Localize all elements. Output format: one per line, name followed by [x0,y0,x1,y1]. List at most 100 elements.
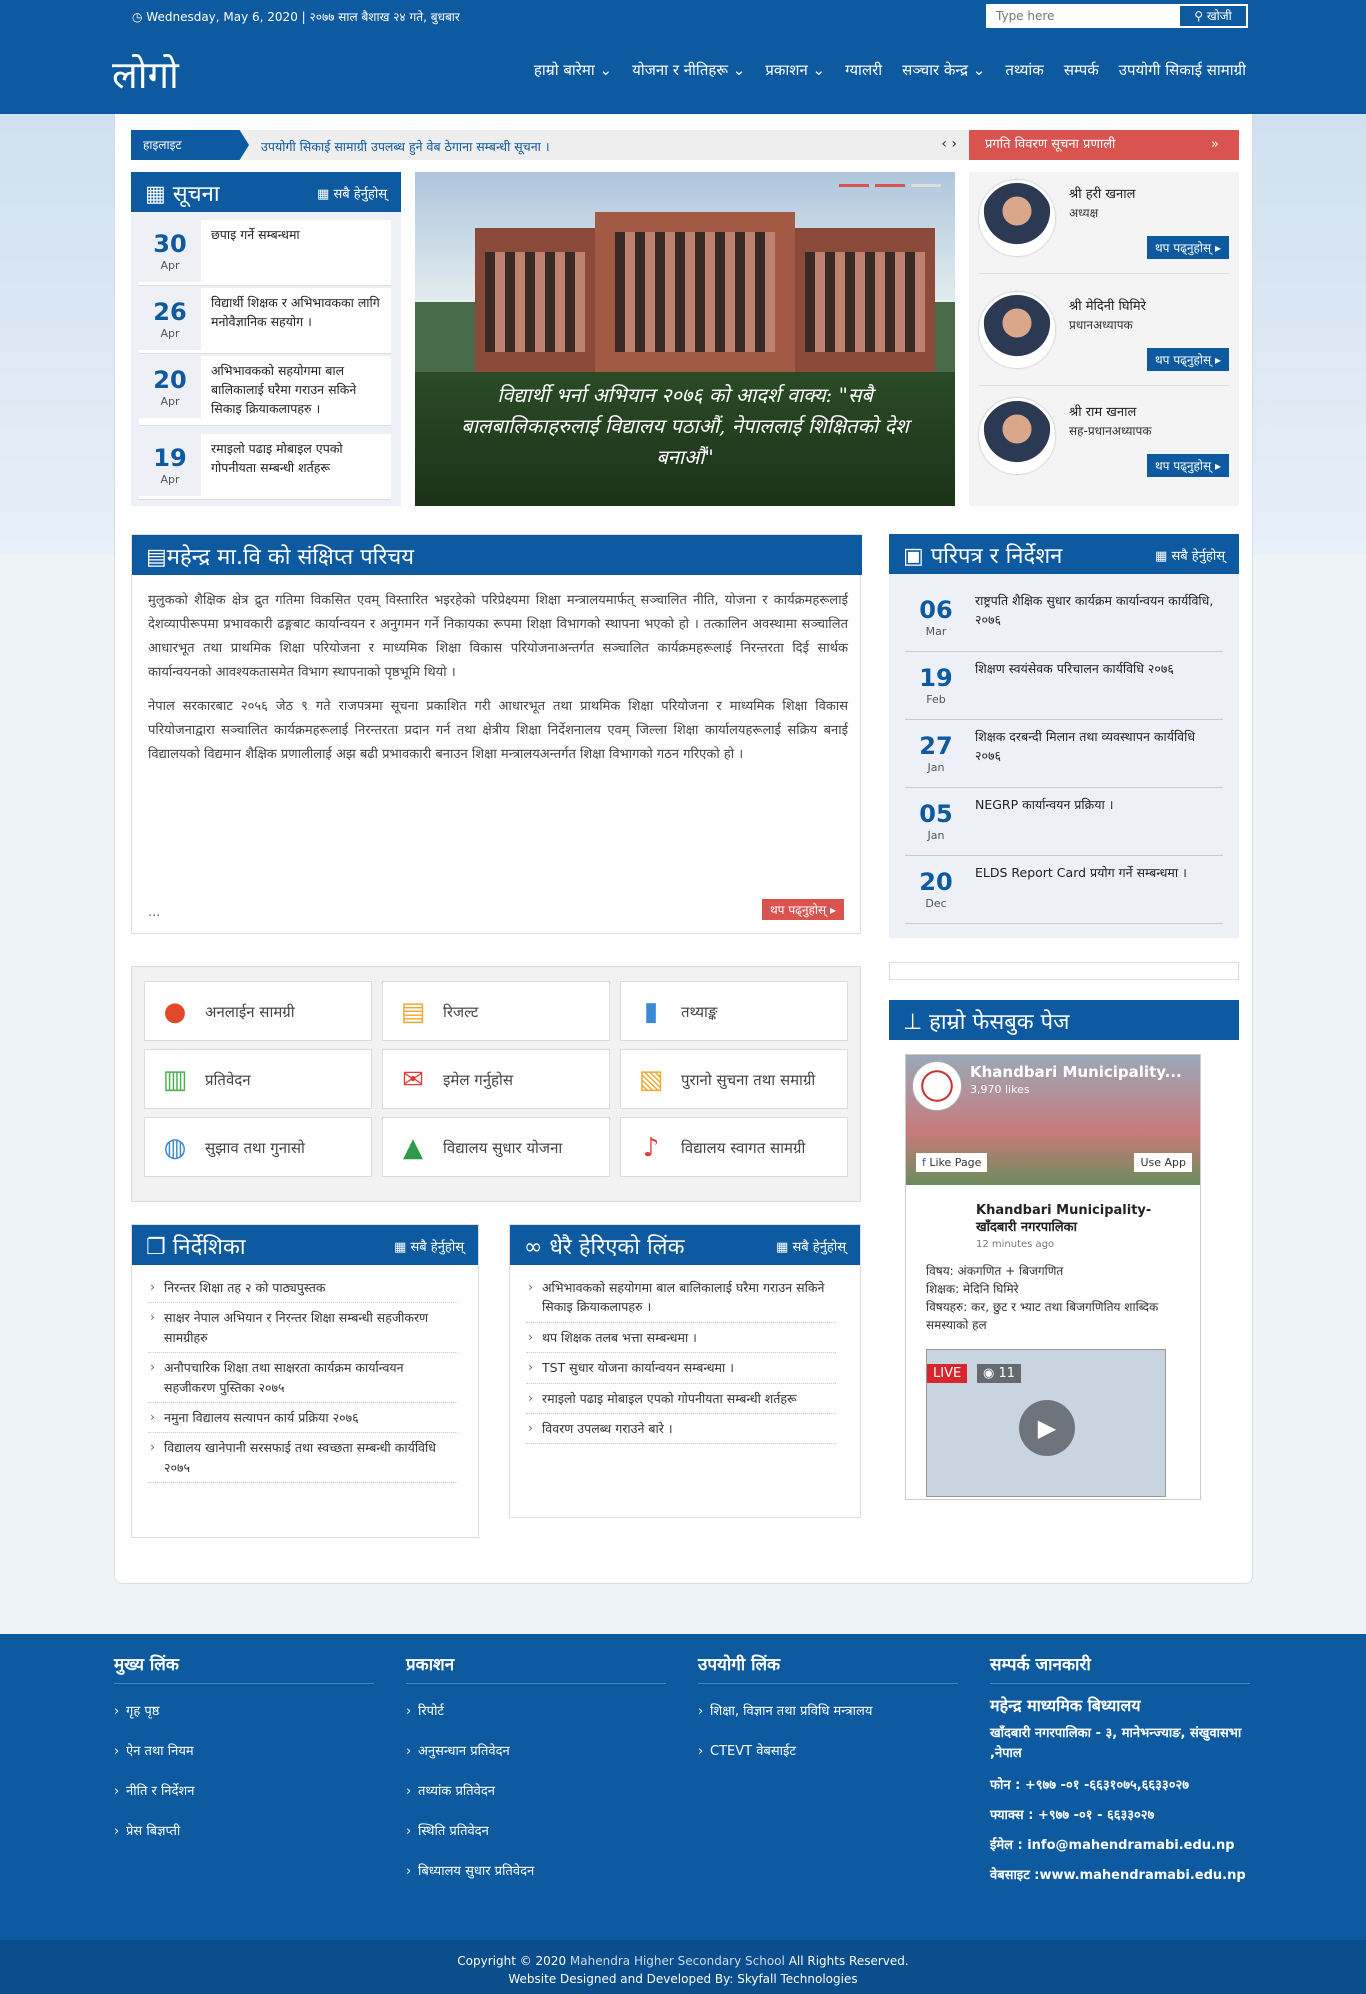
footer-link[interactable]: रिपोर्ट [406,1692,666,1732]
intro-title: ▤महेन्द्र मा.वि को संक्षिप्त परिचय [146,541,414,571]
quick-link-reports[interactable]: ▥ प्रतिवेदन [144,1049,372,1109]
quick-link-label: अनलाईन सामग्री [205,1003,295,1021]
circular-item[interactable]: 06 Mar राष्ट्रपति शैक्षिक सुधार कार्यक्रम … [905,584,1223,652]
circular-item[interactable]: 27 Jan शिक्षक दरबन्दी मिलान तथा व्यवस्थापन… [905,720,1223,788]
circulars-view-all[interactable]: ▦ सबै हेर्नुहोस् [1155,546,1225,564]
list-item[interactable]: विद्यालय खानेपानी सरसफाई तथा स्वच्छता सम… [148,1433,458,1483]
footer-link[interactable]: शिक्षा, विज्ञान तथा प्रविधि मन्त्रालय [698,1692,958,1732]
footer-link[interactable]: CTEVT वेबसाईट [698,1732,958,1772]
list-item[interactable]: रमाइलो पढाइ मोबाइल एपको गोपनीयता सम्बन्ध… [526,1384,836,1414]
notice-item[interactable]: 26 Apr विद्यार्थी शिक्षक र अभिभावकका लागि … [139,288,391,354]
search-input[interactable] [988,6,1178,26]
circular-text: शिक्षक दरबन्दी मिलान तथा व्यवस्थापन कार्… [975,729,1196,763]
footer-link[interactable]: गृह पृष्ठ [114,1692,374,1732]
circular-item[interactable]: 20 Dec ELDS Report Card प्रयोग गर्ने सम्बन… [905,856,1223,924]
footer-link[interactable]: ऐन तथा नियम [114,1732,374,1772]
notice-item[interactable]: 20 Apr अभिभावकको सहयोगमा बाल बालिकालाई घरै… [139,356,391,426]
slider-dot[interactable] [911,184,941,187]
facebook-video[interactable]: LIVE ◉ 11 ▶ [926,1349,1166,1497]
slider-dot[interactable] [875,184,905,187]
slide-windows [485,252,585,352]
site-logo[interactable]: लोगो [112,48,179,100]
staff-panel: श्री हरी खनाल अध्यक्ष थप पढ्नुहोस् ▸ श्र… [969,172,1239,506]
like-page-button[interactable]: f Like Page [916,1153,988,1172]
contact-website[interactable]: वेबसाइट :www.mahendramabi.edu.np [990,1865,1250,1883]
use-app-button[interactable]: Use App [1134,1153,1192,1172]
notice-item[interactable]: 19 Apr रमाइलो पढाइ मोबाइल एपको गोपनीयता सम… [139,434,391,500]
nav-plans-policies[interactable]: योजना र नीतिहरू ⌄ [632,60,745,80]
post-author[interactable]: Khandbari Municipality- खाँदबारी नगरपालि… [926,1203,1186,1237]
list-item[interactable]: थप शिक्षक तलब भत्ता सम्बन्धमा । [526,1323,836,1354]
nav-about[interactable]: हाम्रो बारेमा ⌄ [534,60,612,80]
staff-read-more[interactable]: थप पढ्नुहोस् ▸ [1147,348,1229,371]
footer-contact: सम्पर्क जानकारी महेन्द्र माध्यमिक बिध्या… [990,1652,1250,1883]
nav-media-center[interactable]: सञ्चार केन्द्र ⌄ [902,60,985,80]
quick-link-improvement-plan[interactable]: ▲ विद्यालय सुधार योजना [382,1117,610,1177]
ticker-arrows[interactable]: ‹ › [941,136,957,152]
list-item[interactable]: अनौपचारिक शिक्षा तथा साक्षरता कार्यक्रम … [148,1353,458,1403]
nav-learning-materials[interactable]: उपयोगी सिकाई सामाग्री [1119,60,1246,80]
image-slider[interactable]: विद्यार्थी भर्ना अभियान २०७६ को आदर्श वा… [415,172,955,506]
quick-link-statistics[interactable]: ▮ तथ्याङ्क [620,981,848,1041]
sitemap-icon: ⊥ [903,1010,923,1035]
popular-view-all[interactable]: ▦ सबै हेर्नुहोस् [776,1237,846,1255]
staff-read-more[interactable]: थप पढ्नुहोस् ▸ [1147,454,1229,477]
newspaper-icon: ▣ [903,544,924,569]
footer-link[interactable]: नीति र निर्देशन [114,1772,374,1812]
quick-link-label: पुरानो सुचना तथा समाग्री [681,1071,816,1089]
progress-system-button[interactable]: प्रगति विवरण सूचना प्रणाली » [969,130,1239,160]
quick-link-feedback[interactable]: ◍ सुझाव तथा गुनासो [144,1117,372,1177]
highlight-link[interactable]: उपयोगी सिकाई सामाग्री उपलब्ध हुने वेब ठे… [261,138,550,155]
nav-gallery[interactable]: ग्यालरी [845,60,882,80]
nav-contact[interactable]: सम्पर्क [1064,60,1099,80]
copyright-school[interactable]: Mahendra Higher Secondary School [570,1954,785,1968]
list-item[interactable]: नमुना विद्यालय सत्यापन कार्य प्रक्रिया २… [148,1403,458,1434]
notice-view-all[interactable]: ▦ सबै हेर्नुहोस् [317,184,387,202]
footer-link[interactable]: बिध्यालय सुधार प्रतिवेदन [406,1852,666,1892]
date-month: Jan [927,761,945,774]
staff-read-more[interactable]: थप पढ्नुहोस् ▸ [1147,236,1229,259]
intro-paragraph: मुलुकको शैक्षिक क्षेत्र द्रुत गतिमा विकस… [148,593,848,681]
quick-link-welcome-materials[interactable]: ♪ विद्यालय स्वागत सामग्री [620,1117,848,1177]
popular-title: ∞ धेरै हेरिएको लिंक [524,1231,685,1261]
list-item[interactable]: TST सुधार योजना कार्यान्वयन सम्बन्धमा । [526,1353,836,1384]
quick-link-results[interactable]: ▤ रिजल्ट [382,981,610,1041]
circular-item[interactable]: 05 Jan NEGRP कार्यान्वयन प्रक्रिया । [905,788,1223,856]
divider-box [889,962,1239,980]
date-month: Jan [927,829,945,842]
intro-read-more[interactable]: थप पढ्नुहोस् ▸ [762,899,844,920]
list-item[interactable]: साक्षर नेपाल अभियान र निरन्तर शिक्षा सम्… [148,1303,458,1354]
quick-link-online-materials[interactable]: ● अनलाईन सामग्री [144,981,372,1041]
date-text: Wednesday, May 6, 2020 | २०७७ साल बैशाख … [146,10,460,24]
developer-credit[interactable]: Website Designed and Developed By: Skyfa… [0,1970,1366,1988]
contact-email[interactable]: ईमेल : info@mahendramabi.edu.np [990,1835,1250,1853]
directives-view-all[interactable]: ▦ सबै हेर्नुहोस् [394,1237,464,1255]
list-item[interactable]: निरन्तर शिक्षा तह २ को पाठ्यपुस्तक [148,1273,458,1304]
quick-link-old-notices[interactable]: ▧ पुरानो सुचना तथा समाग्री [620,1049,848,1109]
nav-statistics[interactable]: तथ्यांक [1005,60,1043,80]
play-icon[interactable]: ▶ [1019,1400,1075,1456]
staff-card: श्री हरी खनाल अध्यक्ष थप पढ्नुहोस् ▸ [979,172,1229,274]
facebook-embed[interactable]: Khandbari Municipality... 3,970 likes f … [905,1054,1201,1500]
facebook-page-name[interactable]: Khandbari Municipality... [970,1063,1182,1081]
footer-link[interactable]: प्रेस बिज्ञप्ती [114,1812,374,1852]
facebook-cover: Khandbari Municipality... 3,970 likes f … [906,1055,1200,1185]
search-button[interactable]: ⚲ खोजी [1180,6,1246,26]
quick-link-label: रिजल्ट [443,1003,479,1021]
circular-item[interactable]: 19 Feb शिक्षण स्वयंसेवक परिचालन कार्यविधि … [905,652,1223,720]
footer-link[interactable]: अनुसन्धान प्रतिवेदन [406,1732,666,1772]
quick-link-email[interactable]: ✉ इमेल गर्नुहोस [382,1049,610,1109]
footer-link[interactable]: तथ्यांक प्रतिवेदन [406,1772,666,1812]
footer-link[interactable]: स्थिति प्रतिवेदन [406,1812,666,1852]
date-month: Mar [925,625,947,638]
globe-icon: ● [163,997,187,1027]
nav-publications[interactable]: प्रकाशन ⌄ [765,60,825,80]
list-item[interactable]: विवरण उपलब्ध गराउने बारे । [526,1414,836,1445]
slider-dot[interactable] [839,184,869,187]
notice-header: ▦ सूचना ▦ सबै हेर्नुहोस् [131,172,401,212]
date-day: 26 [153,298,187,326]
school-address: खाँदबारी नगरपालिका - ३, मानेभन्ज्याङ, सं… [990,1726,1242,1761]
list-item[interactable]: अभिभावकको सहयोगमा बाल बालिकालाई घरैमा गर… [526,1273,836,1323]
notice-item[interactable]: 30 Apr छपाइ गर्ने सम्बन्धमा [139,220,391,286]
copyright-line: Copyright © 2020 Mahendra Higher Seconda… [0,1952,1366,1970]
